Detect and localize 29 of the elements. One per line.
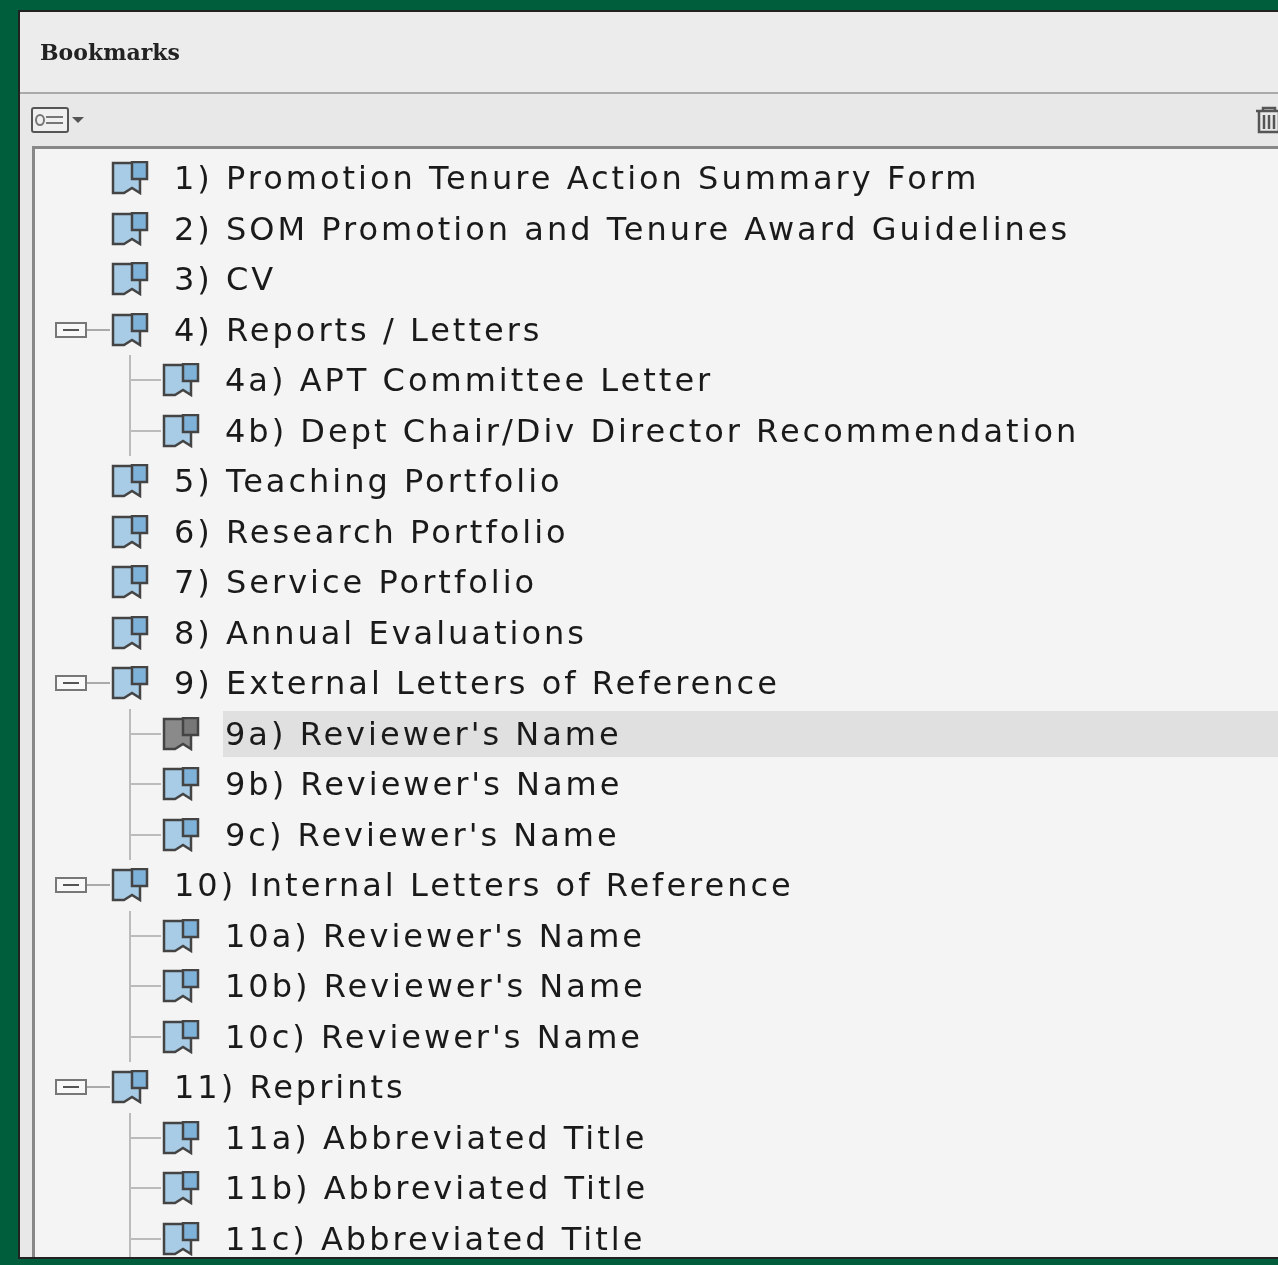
bookmark-label[interactable]: 10) Internal Letters of Reference bbox=[172, 862, 798, 909]
bookmark-label[interactable]: 7) Service Portfolio bbox=[172, 559, 542, 606]
bookmark-label[interactable]: 4b) Dept Chair/Div Director Recommendation bbox=[223, 407, 1084, 454]
bookmark-label[interactable]: 6) Research Portfolio bbox=[172, 508, 573, 555]
collapse-toggle[interactable] bbox=[55, 675, 87, 692]
bookmark-label[interactable]: 10a) Reviewer's Name bbox=[223, 912, 650, 959]
bookmark-label[interactable]: 8) Annual Evaluations bbox=[172, 609, 591, 656]
bookmark-label[interactable]: 2) SOM Promotion and Tenure Award Guidelines bbox=[172, 205, 1075, 252]
bookmark-label[interactable]: 1) Promotion Tenure Action Summary Form bbox=[172, 155, 984, 202]
bookmark-label[interactable]: 11a) Abbreviated Title bbox=[223, 1114, 652, 1161]
bookmark-label[interactable]: 10b) Reviewer's Name bbox=[223, 963, 650, 1010]
collapse-toggle[interactable] bbox=[55, 321, 87, 338]
options-menu-button[interactable] bbox=[30, 105, 86, 135]
bookmark-label[interactable]: 11b) Abbreviated Title bbox=[223, 1165, 653, 1212]
bookmark-label[interactable]: 11c) Abbreviated Title bbox=[223, 1215, 650, 1257]
panel-title: Bookmarks bbox=[40, 39, 180, 65]
bookmark-label[interactable]: 10c) Reviewer's Name bbox=[223, 1013, 648, 1060]
bookmark-label[interactable]: 9c) Reviewer's Name bbox=[223, 811, 624, 858]
bookmark-label[interactable]: 3) CV bbox=[172, 256, 281, 303]
bookmark-label[interactable]: 4a) APT Committee Letter bbox=[223, 357, 718, 404]
delete-icon[interactable] bbox=[1254, 105, 1278, 135]
bookmark-label[interactable]: 9a) Reviewer's Name bbox=[223, 710, 1278, 757]
collapse-toggle[interactable] bbox=[55, 877, 87, 894]
bookmark-label[interactable]: 9) External Letters of Reference bbox=[172, 660, 784, 707]
bookmark-label[interactable]: 4) Reports / Letters bbox=[172, 306, 547, 353]
collapse-toggle[interactable] bbox=[55, 1079, 87, 1096]
bookmark-label[interactable]: 11) Reprints bbox=[172, 1064, 410, 1111]
bookmark-label[interactable]: 9b) Reviewer's Name bbox=[223, 761, 627, 808]
bookmark-label[interactable]: 5) Teaching Portfolio bbox=[172, 458, 567, 505]
